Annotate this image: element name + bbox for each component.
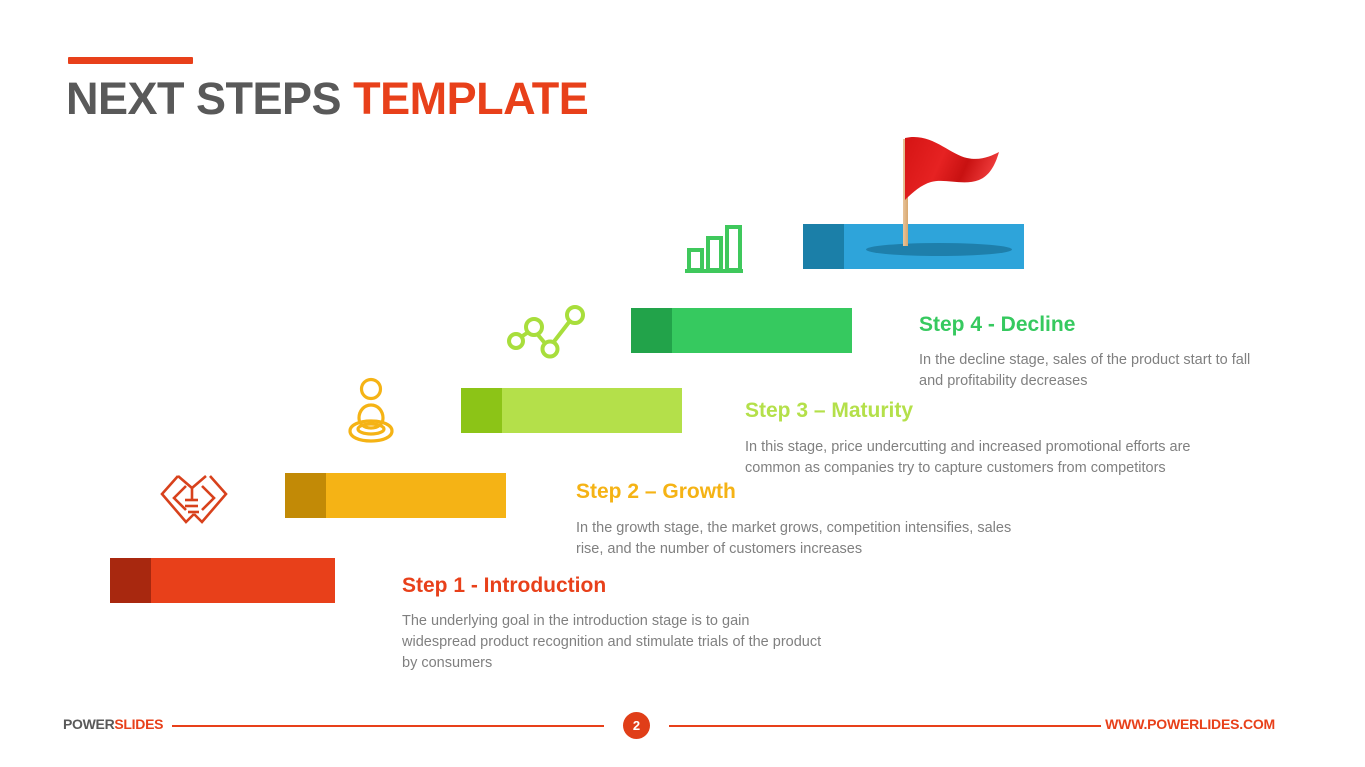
step-4-bar [631, 308, 852, 353]
footer-logo: POWERSLIDES [63, 716, 163, 732]
slide: NEXT STEPS TEMPLATE Step 4 - Decline In … [0, 0, 1365, 767]
flag-icon [905, 136, 1001, 217]
step-3-bar [461, 388, 682, 433]
step-3-bar-cap [461, 388, 502, 433]
person-pin-icon [340, 377, 402, 445]
page-title-accent: TEMPLATE [353, 73, 589, 124]
step-2-bar-cap [285, 473, 326, 518]
step-3-body: In this stage, price undercutting and in… [745, 439, 1191, 477]
step-3-bar-body [502, 388, 682, 433]
handshake-icon [158, 470, 230, 530]
flag-shadow [866, 243, 1012, 256]
step-1-heading: Step 1 - Introduction [402, 574, 607, 597]
step-1-bar-cap [110, 558, 151, 603]
step-3-heading: Step 3 – Maturity [745, 399, 914, 422]
step-4-body: In the decline stage, sales of the produ… [919, 352, 1251, 390]
summit-bar-cap [803, 224, 844, 269]
step-4-heading: Step 4 - Decline [919, 313, 1076, 336]
step-1-bar-body [151, 558, 335, 603]
footer-logo-slides: SLIDES [114, 716, 164, 732]
footer-divider-left [172, 725, 604, 727]
page-title: NEXT STEPS TEMPLATE [66, 73, 589, 125]
step-4-bar-cap [631, 308, 672, 353]
footer-url[interactable]: WWW.POWERLIDES.COM [1105, 716, 1275, 732]
step-1-bar [110, 558, 335, 603]
page-title-main: NEXT STEPS [66, 73, 354, 124]
step-4-bar-body [672, 308, 852, 353]
step-2-body: In the growth stage, the market grows, c… [576, 520, 1012, 558]
step-1-body: The underlying goal in the introduction … [402, 613, 822, 672]
page-number-badge: 2 [623, 712, 650, 739]
footer-logo-power: POWER [63, 716, 115, 732]
step-2-bar [285, 473, 506, 518]
footer-divider-right [669, 725, 1101, 727]
step-2-heading: Step 2 – Growth [576, 480, 736, 503]
line-chart-icon [507, 303, 587, 359]
title-accent-rule [68, 57, 193, 64]
step-2-bar-body [326, 473, 506, 518]
bar-chart-icon [683, 224, 745, 276]
